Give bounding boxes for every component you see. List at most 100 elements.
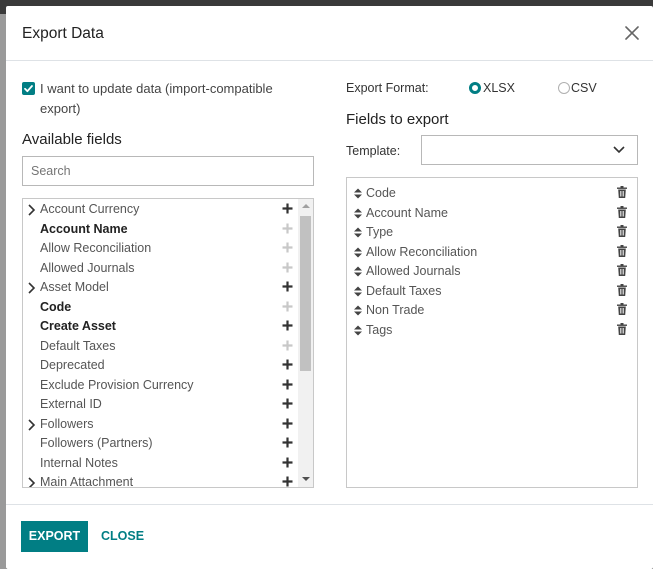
scroll-down-arrow-icon[interactable]: [302, 477, 310, 481]
export-field-row[interactable]: Type: [347, 224, 637, 244]
close-icon[interactable]: [621, 22, 643, 44]
available-field-label: Asset Model: [40, 280, 109, 294]
trash-icon[interactable]: [617, 303, 627, 315]
available-fields-list: Main Attachment Internal Notes Followers (…: [22, 198, 314, 488]
available-field-row[interactable]: Account Currency: [23, 201, 299, 221]
xlsx-label[interactable]: XLSX: [483, 81, 515, 95]
sort-handle-icon[interactable]: [354, 325, 362, 336]
available-field-row[interactable]: Default Taxes: [23, 338, 299, 358]
export-field-label: Account Name: [366, 205, 448, 220]
fields-to-export-title: Fields to export: [346, 111, 449, 128]
available-field-row[interactable]: Exclude Provision Currency: [23, 377, 299, 397]
add-field-icon[interactable]: [282, 340, 293, 351]
sort-handle-icon[interactable]: [354, 305, 362, 316]
sort-handle-icon[interactable]: [354, 208, 362, 219]
add-field-icon[interactable]: [282, 320, 293, 331]
import-compatible-label[interactable]: I want to update data (import-compatible…: [40, 79, 310, 119]
sort-handle-icon[interactable]: [354, 286, 362, 297]
add-field-icon[interactable]: [282, 242, 293, 253]
trash-icon[interactable]: [617, 186, 627, 198]
xlsx-radio[interactable]: [469, 82, 481, 94]
available-field-label: Default Taxes: [40, 338, 116, 353]
export-field-label: Tags: [366, 322, 393, 337]
available-field-label: Followers (Partners): [40, 436, 153, 450]
available-field-row[interactable]: Followers (Partners): [23, 435, 299, 455]
template-label: Template:: [346, 144, 401, 158]
available-field-label: Create Asset: [40, 319, 116, 333]
trash-icon[interactable]: [617, 264, 627, 276]
trash-icon[interactable]: [617, 322, 627, 335]
add-field-icon[interactable]: [282, 223, 293, 234]
add-field-icon[interactable]: [282, 359, 293, 370]
csv-label[interactable]: CSV: [571, 81, 597, 95]
available-field-row[interactable]: Deprecated: [23, 357, 299, 377]
available-field-label: Internal Notes: [40, 455, 118, 470]
available-field-row[interactable]: Main Attachment: [23, 474, 299, 488]
trash-icon[interactable]: [617, 283, 627, 296]
sort-handle-icon[interactable]: [354, 227, 362, 238]
available-field-row[interactable]: Account Name: [23, 221, 299, 241]
add-field-icon[interactable]: [282, 203, 293, 214]
dialog-header: Export Data: [6, 6, 653, 61]
add-field-icon[interactable]: [282, 262, 293, 273]
available-field-row[interactable]: Create Asset: [23, 318, 299, 338]
export-field-row[interactable]: Code: [347, 185, 637, 205]
scroll-up-arrow-icon[interactable]: [302, 204, 310, 208]
add-field-icon[interactable]: [282, 301, 293, 312]
chevron-down-icon: [613, 146, 625, 154]
chevron-right-icon[interactable]: [27, 282, 36, 294]
export-field-label: Type: [366, 225, 394, 239]
sort-handle-icon[interactable]: [354, 266, 362, 277]
available-field-row[interactable]: Asset Model: [23, 279, 299, 299]
available-fields-title: Available fields: [22, 131, 122, 148]
dialog-footer: EXPORT CLOSE: [6, 504, 653, 569]
available-field-row[interactable]: Followers: [23, 416, 299, 436]
export-field-row[interactable]: Default Taxes: [347, 283, 637, 303]
export-field-row[interactable]: Tags: [347, 322, 637, 342]
template-select[interactable]: [421, 135, 638, 165]
chevron-right-icon[interactable]: [27, 418, 36, 431]
sort-handle-icon[interactable]: [354, 247, 362, 258]
add-field-icon[interactable]: [282, 418, 293, 429]
available-field-row[interactable]: External ID: [23, 396, 299, 416]
export-format-label: Export Format:: [346, 81, 429, 95]
close-button[interactable]: CLOSE: [101, 521, 144, 552]
available-field-label: Code: [40, 299, 72, 314]
add-field-icon[interactable]: [282, 476, 293, 487]
available-field-row[interactable]: Allowed Journals: [23, 260, 299, 280]
available-field-row[interactable]: Internal Notes: [23, 455, 299, 475]
available-field-label: Followers: [40, 416, 94, 431]
available-field-label: Account Currency: [40, 202, 140, 216]
dialog-title: Export Data: [22, 25, 104, 42]
trash-icon[interactable]: [617, 244, 627, 257]
export-field-label: Code: [366, 186, 396, 200]
import-compatible-checkbox[interactable]: [22, 82, 35, 95]
export-dialog: Export Data I want to update data (impor…: [6, 6, 653, 569]
chevron-right-icon[interactable]: [27, 204, 36, 216]
available-field-label: External ID: [40, 397, 102, 411]
sort-handle-icon[interactable]: [354, 188, 362, 199]
chevron-right-icon[interactable]: [27, 477, 36, 488]
export-button[interactable]: EXPORT: [21, 521, 88, 552]
add-field-icon[interactable]: [282, 281, 293, 292]
export-field-row[interactable]: Non Trade: [347, 302, 637, 322]
available-field-label: Deprecated: [40, 358, 105, 372]
scrollbar-thumb[interactable]: [300, 216, 311, 371]
csv-radio[interactable]: [558, 82, 570, 94]
trash-icon[interactable]: [617, 205, 627, 218]
export-field-label: Allowed Journals: [366, 264, 461, 278]
export-field-label: Default Taxes: [366, 283, 442, 298]
available-field-label: Allowed Journals: [40, 260, 135, 275]
search-input[interactable]: [22, 156, 314, 186]
trash-icon[interactable]: [617, 225, 627, 237]
export-field-row[interactable]: Allowed Journals: [347, 263, 637, 283]
add-field-icon[interactable]: [282, 379, 293, 390]
add-field-icon[interactable]: [282, 398, 293, 409]
export-field-row[interactable]: Account Name: [347, 205, 637, 225]
available-field-row[interactable]: Code: [23, 299, 299, 319]
available-field-row[interactable]: Allow Reconciliation: [23, 240, 299, 260]
available-field-label: Main Attachment: [40, 475, 134, 488]
add-field-icon[interactable]: [282, 457, 293, 468]
export-field-row[interactable]: Allow Reconciliation: [347, 244, 637, 264]
add-field-icon[interactable]: [282, 437, 293, 448]
